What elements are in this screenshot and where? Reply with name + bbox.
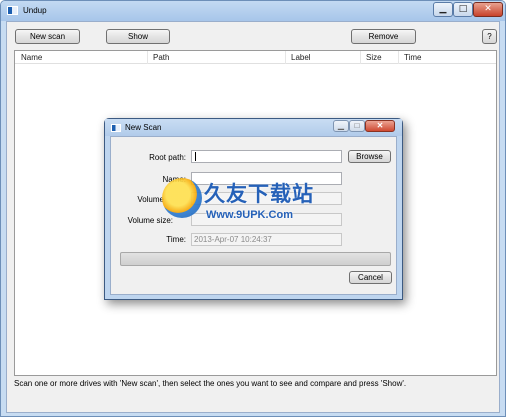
- minimize-button[interactable]: ▁: [433, 2, 453, 17]
- text-caret: [195, 152, 196, 161]
- status-text: Scan one or more drives with 'New scan',…: [14, 379, 407, 388]
- browse-button[interactable]: Browse: [348, 150, 391, 163]
- time-label: Time:: [166, 235, 186, 244]
- column-separator[interactable]: [147, 51, 148, 64]
- column-header-time[interactable]: Time: [404, 53, 421, 62]
- maximize-button[interactable]: □: [453, 2, 473, 17]
- name-label: Name:: [162, 175, 186, 184]
- show-button[interactable]: Show: [106, 29, 170, 44]
- name-input[interactable]: [191, 172, 342, 185]
- volume-field: [191, 192, 342, 205]
- new-scan-dialog: New Scan ▁ □ ✕ Root path: Browse Name: V…: [104, 118, 403, 300]
- scan-progress-bar: [120, 252, 391, 266]
- dialog-title-bar[interactable]: New Scan ▁ □ ✕: [105, 119, 402, 136]
- volume-size-field: [191, 213, 342, 226]
- column-separator[interactable]: [360, 51, 361, 64]
- window-title: Undup: [23, 6, 47, 15]
- column-header-label[interactable]: Label: [291, 53, 311, 62]
- title-bar[interactable]: Undup ▁ □ ✕: [1, 1, 505, 21]
- close-button[interactable]: ✕: [473, 2, 503, 17]
- remove-button[interactable]: Remove: [351, 29, 416, 44]
- volume-label: Volume: [137, 195, 164, 204]
- dialog-maximize-button[interactable]: □: [349, 120, 365, 132]
- dialog-client-area: Root path: Browse Name: Volume Volume si…: [110, 136, 397, 295]
- column-separator[interactable]: [398, 51, 399, 64]
- column-separator[interactable]: [285, 51, 286, 64]
- column-header-size[interactable]: Size: [366, 53, 382, 62]
- dialog-app-icon: [111, 124, 121, 132]
- volume-size-label: Volume size:: [127, 216, 173, 225]
- cancel-button[interactable]: Cancel: [349, 271, 392, 284]
- dialog-title: New Scan: [125, 123, 162, 132]
- new-scan-button[interactable]: New scan: [15, 29, 80, 44]
- list-header: Name Path Label Size Time: [15, 51, 496, 64]
- column-header-path[interactable]: Path: [153, 53, 169, 62]
- root-path-input[interactable]: [191, 150, 342, 163]
- dialog-close-button[interactable]: ✕: [365, 120, 395, 132]
- dialog-minimize-button[interactable]: ▁: [333, 120, 349, 132]
- help-button[interactable]: ?: [482, 29, 497, 44]
- app-icon: [7, 6, 18, 15]
- column-header-name[interactable]: Name: [21, 53, 42, 62]
- time-field: 2013-Apr-07 10:24:37: [191, 233, 342, 246]
- root-path-label: Root path:: [149, 153, 186, 162]
